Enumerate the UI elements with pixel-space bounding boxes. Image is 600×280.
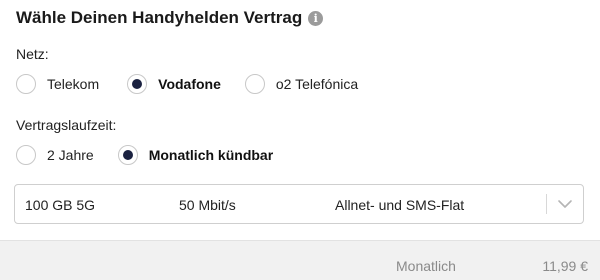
page-title-row: Wähle Deinen Handyhelden Vertrag i [16,8,324,28]
footer-price: 11,99 € [542,258,588,274]
page-title: Wähle Deinen Handyhelden Vertrag [16,8,303,27]
radio-label-2-jahre: 2 Jahre [47,147,94,163]
chevron-down-icon[interactable] [556,196,574,212]
radio-monatlich[interactable] [117,145,138,165]
network-radio-group: Telekom Vodafone o2 Telefónica [16,74,358,94]
radio-option-vodafone[interactable]: Vodafone [127,74,221,94]
price-footer: Monatlich 11,99 € [0,240,600,280]
term-radio-group: 2 Jahre Monatlich kündbar [16,145,273,165]
radio-2-jahre[interactable] [16,145,36,165]
radio-option-2-jahre[interactable]: 2 Jahre [16,145,94,165]
info-icon[interactable]: i [308,10,324,26]
network-label: Netz: [16,46,49,62]
footer-period-label: Monatlich [396,258,456,274]
radio-label-o2: o2 Telefónica [275,76,359,92]
radio-label-vodafone: Vodafone [158,76,221,92]
tariff-select[interactable]: 100 GB 5G 50 Mbit/s Allnet- und SMS-Flat [14,184,584,224]
radio-vodafone[interactable] [127,74,148,94]
term-label: Vertragslaufzeit: [16,117,117,133]
radio-option-o2[interactable]: o2 Telefónica [244,74,359,94]
radio-option-monatlich[interactable]: Monatlich kündbar [117,145,274,165]
select-divider [546,194,547,214]
radio-telekom[interactable] [16,74,36,94]
radio-label-telekom: Telekom [47,76,100,92]
radio-option-telekom[interactable]: Telekom [16,74,99,94]
radio-label-monatlich: Monatlich kündbar [148,147,274,163]
radio-o2[interactable] [244,74,265,94]
tariff-data-volume: 100 GB 5G [25,197,96,213]
tariff-features: Allnet- und SMS-Flat [335,197,465,213]
tariff-speed: 50 Mbit/s [179,197,236,213]
